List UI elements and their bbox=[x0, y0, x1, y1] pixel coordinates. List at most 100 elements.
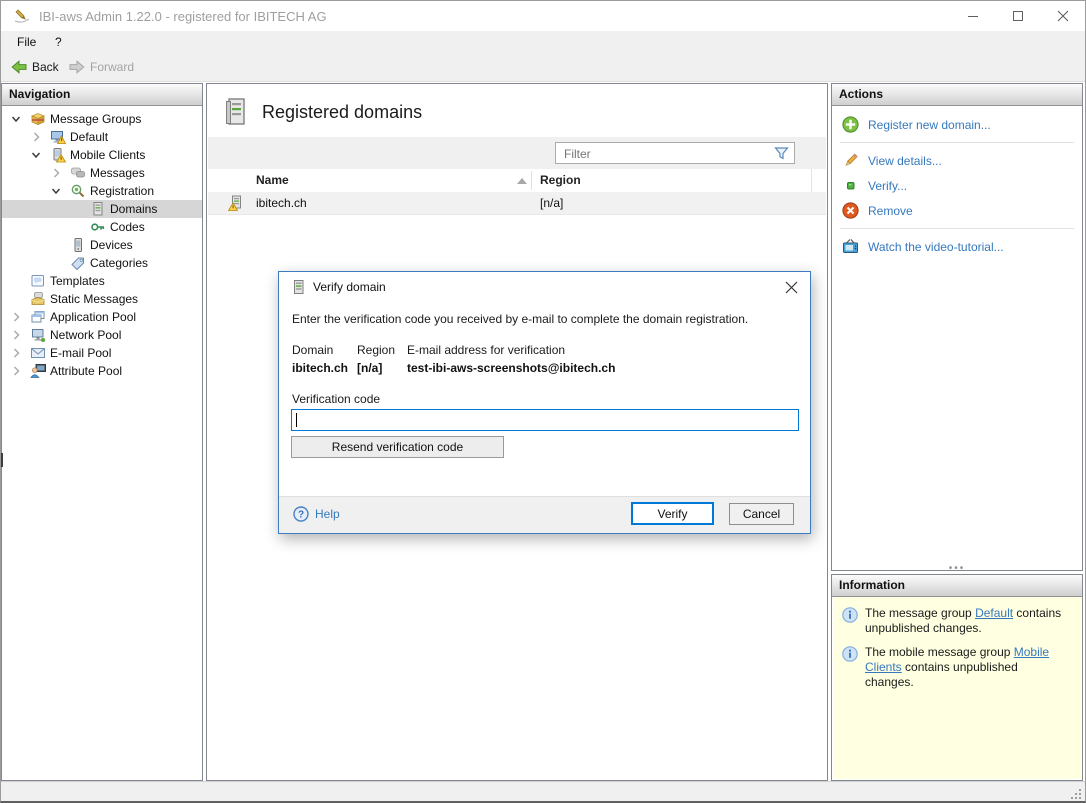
chevron-right-icon[interactable] bbox=[10, 329, 22, 341]
tree-item-categories[interactable]: Categories bbox=[2, 254, 202, 272]
tree-item-devices[interactable]: Devices bbox=[2, 236, 202, 254]
forward-button[interactable]: Forward bbox=[63, 53, 140, 81]
column-header-name[interactable]: Name bbox=[256, 169, 289, 192]
tree-item-messages[interactable]: Messages bbox=[2, 164, 202, 182]
info-text: The message group Default contains unpub… bbox=[865, 606, 1067, 636]
app-logo-icon bbox=[13, 7, 31, 25]
cancel-button[interactable]: Cancel bbox=[729, 503, 794, 525]
info-item: The mobile message group Mobile Clients … bbox=[842, 645, 1075, 690]
cell-name: ibitech.ch bbox=[256, 192, 307, 214]
phone-icon bbox=[70, 237, 86, 253]
chevron-right-icon[interactable] bbox=[10, 347, 22, 359]
action-label: Register new domain... bbox=[868, 118, 991, 132]
dialog-close-icon bbox=[785, 281, 798, 294]
close-button[interactable] bbox=[1040, 1, 1085, 31]
tree-item-network-pool[interactable]: Network Pool bbox=[2, 326, 202, 344]
table-header: Name Region bbox=[208, 169, 826, 193]
action-verify[interactable]: Verify... bbox=[832, 173, 1082, 198]
chevron-down-icon[interactable] bbox=[30, 149, 42, 161]
actions-separator bbox=[840, 228, 1074, 229]
tree-item-templates[interactable]: Templates bbox=[2, 272, 202, 290]
help-label: Help bbox=[315, 507, 340, 521]
filter-band bbox=[208, 137, 826, 169]
domain-label: Domain bbox=[292, 343, 333, 357]
tree-item-registration[interactable]: Registration bbox=[2, 182, 202, 200]
back-button[interactable]: Back bbox=[5, 53, 65, 81]
tree-item-default[interactable]: Default bbox=[2, 128, 202, 146]
filter-funnel-icon[interactable] bbox=[774, 146, 789, 161]
tree-item-label: Application Pool bbox=[50, 308, 136, 326]
email-pool-icon bbox=[30, 345, 46, 361]
tree-item-attribute-pool[interactable]: Attribute Pool bbox=[2, 362, 202, 380]
window-title: IBI-aws Admin 1.22.0 - registered for IB… bbox=[39, 9, 327, 24]
panel-splitter[interactable]: ••• bbox=[831, 565, 1083, 573]
table-row-ibitech-ch[interactable]: ibitech.ch[n/a] bbox=[208, 192, 826, 215]
column-header-region[interactable]: Region bbox=[540, 169, 581, 192]
resend-verification-code-button[interactable]: Resend verification code bbox=[291, 436, 504, 458]
tree-item-domains[interactable]: Domains bbox=[2, 200, 202, 218]
templates-icon bbox=[30, 273, 46, 289]
forward-label: Forward bbox=[90, 60, 134, 74]
info-link-mobile-clients[interactable]: Mobile Clients bbox=[865, 645, 1049, 674]
static-messages-icon bbox=[30, 291, 46, 307]
menu-help[interactable]: ? bbox=[49, 31, 68, 53]
menu-file[interactable]: File bbox=[11, 31, 42, 53]
tree-item-label: Attribute Pool bbox=[50, 362, 122, 380]
region-label: Region bbox=[357, 343, 395, 357]
tree-item-codes[interactable]: Codes bbox=[2, 218, 202, 236]
maximize-icon bbox=[1012, 10, 1024, 22]
resize-grip[interactable] bbox=[1071, 789, 1082, 800]
close-icon bbox=[1057, 10, 1069, 22]
chevron-right-icon[interactable] bbox=[50, 167, 62, 179]
window-controls bbox=[950, 1, 1085, 31]
info-text: The mobile message group Mobile Clients … bbox=[865, 645, 1067, 690]
tree-item-label: Categories bbox=[90, 254, 148, 272]
tree-item-e-mail-pool[interactable]: E-mail Pool bbox=[2, 344, 202, 362]
action-watch-the-video-tutorial[interactable]: Watch the video-tutorial... bbox=[832, 234, 1082, 259]
actions-separator bbox=[840, 142, 1074, 143]
action-register-new-domain[interactable]: Register new domain... bbox=[832, 112, 1082, 137]
minimize-button[interactable] bbox=[950, 1, 995, 31]
tree-item-label: Codes bbox=[110, 218, 145, 236]
tree-item-label: E-mail Pool bbox=[50, 344, 111, 362]
dialog-instruction: Enter the verification code you received… bbox=[292, 312, 748, 326]
email-label: E-mail address for verification bbox=[407, 343, 565, 357]
chevron-down-icon[interactable] bbox=[10, 113, 22, 125]
action-label: Watch the video-tutorial... bbox=[868, 240, 1004, 254]
maximize-button[interactable] bbox=[995, 1, 1040, 31]
green-square-icon bbox=[842, 177, 859, 194]
chevron-right-icon[interactable] bbox=[10, 365, 22, 377]
tree-item-message-groups[interactable]: Message Groups bbox=[2, 110, 202, 128]
verify-button[interactable]: Verify bbox=[631, 502, 714, 525]
help-link[interactable]: ? Help bbox=[293, 506, 340, 522]
pencil-icon bbox=[842, 152, 859, 169]
tree-item-mobile-clients[interactable]: Mobile Clients bbox=[2, 146, 202, 164]
page-title: Registered domains bbox=[262, 102, 422, 123]
domain-value: ibitech.ch bbox=[292, 361, 348, 375]
tree-item-application-pool[interactable]: Application Pool bbox=[2, 308, 202, 326]
chevron-down-icon[interactable] bbox=[50, 185, 62, 197]
tree-item-label: Registration bbox=[90, 182, 154, 200]
toolbar: Back Forward bbox=[1, 53, 1085, 82]
chevron-right-icon[interactable] bbox=[10, 311, 22, 323]
server-warn-icon bbox=[228, 195, 243, 211]
attribute-pool-icon bbox=[30, 363, 46, 379]
tree-item-label: Templates bbox=[50, 272, 105, 290]
tree-item-static-messages[interactable]: Static Messages bbox=[2, 290, 202, 308]
information-header: Information bbox=[832, 575, 1082, 597]
chevron-right-icon[interactable] bbox=[30, 131, 42, 143]
tree-item-label: Default bbox=[70, 128, 108, 146]
window-edge-mark bbox=[1, 453, 3, 467]
monitor-warn-icon bbox=[50, 129, 66, 145]
tree-item-label: Message Groups bbox=[50, 110, 141, 128]
filter-input[interactable] bbox=[562, 144, 766, 164]
actions-header: Actions bbox=[832, 84, 1082, 106]
info-link-default[interactable]: Default bbox=[975, 606, 1013, 620]
message-groups-icon bbox=[30, 111, 46, 127]
sort-ascending-icon bbox=[516, 177, 528, 185]
action-remove[interactable]: Remove bbox=[832, 198, 1082, 223]
verification-code-input[interactable] bbox=[291, 409, 799, 431]
dialog-close-button[interactable] bbox=[780, 277, 802, 297]
tree-item-label: Domains bbox=[110, 200, 157, 218]
action-view-details[interactable]: View details... bbox=[832, 148, 1082, 173]
